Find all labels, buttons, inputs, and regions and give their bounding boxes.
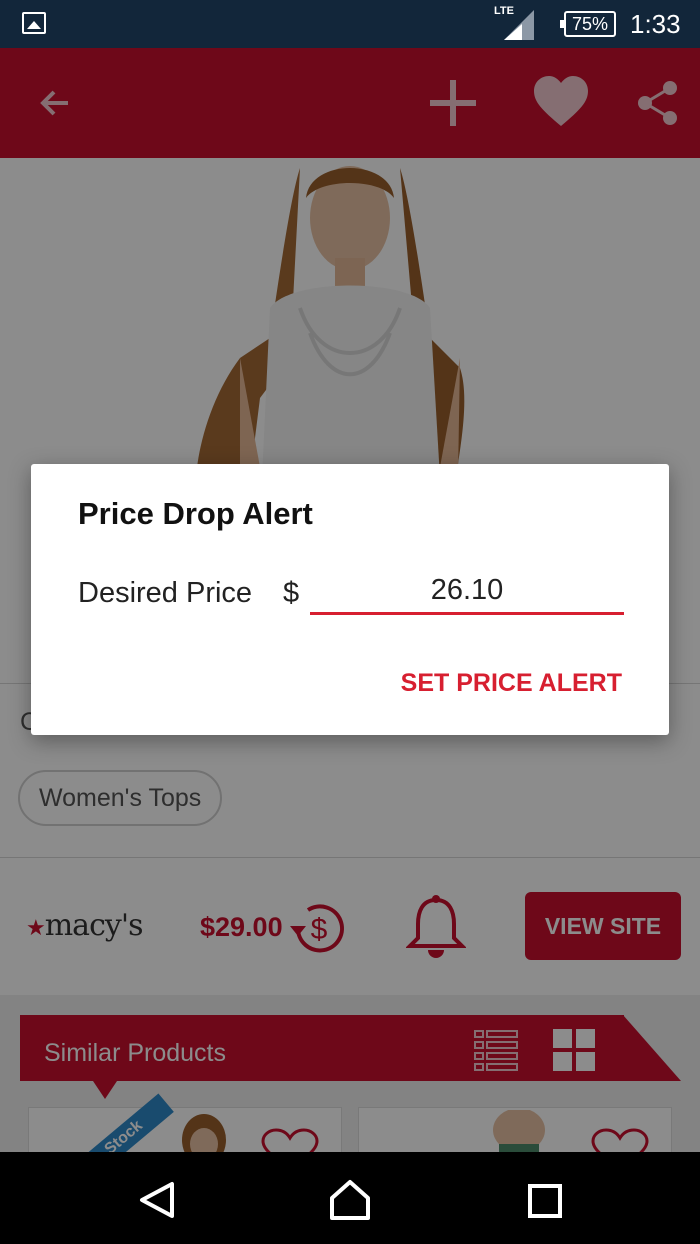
screen: LTE 75% 1:33 C Women's Tops ★macy's $29.…: [0, 0, 700, 1244]
home-nav-icon[interactable]: [328, 1178, 372, 1222]
signal-icon: [504, 10, 534, 40]
status-bar: LTE 75% 1:33: [0, 0, 700, 48]
recents-nav-icon[interactable]: [524, 1178, 568, 1222]
set-price-alert-button[interactable]: SET PRICE ALERT: [401, 669, 622, 698]
image-notification-icon: [22, 12, 46, 34]
desired-price-label: Desired Price: [78, 577, 253, 609]
dialog-title: Price Drop Alert: [78, 496, 313, 531]
back-nav-icon[interactable]: [136, 1178, 180, 1222]
currency-symbol: $: [283, 577, 300, 609]
battery-indicator: 75%: [560, 11, 616, 37]
price-drop-alert-dialog: Price Drop Alert Desired Price $ SET PRI…: [31, 464, 669, 735]
navigation-bar: [0, 1152, 700, 1244]
clock: 1:33: [630, 9, 681, 39]
desired-price-input[interactable]: [310, 569, 624, 615]
